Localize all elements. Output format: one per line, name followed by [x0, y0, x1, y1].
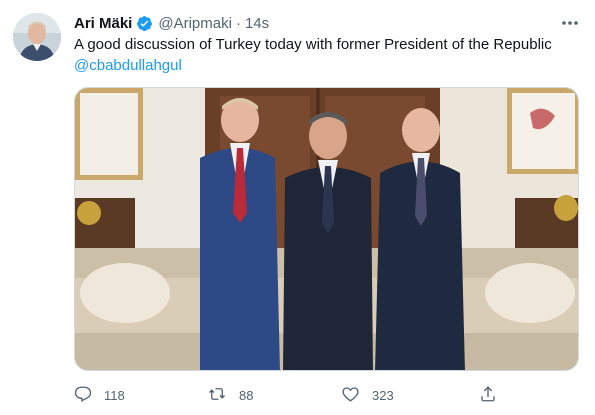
user-handle[interactable]: @Aripmaki [158, 15, 232, 32]
tweet-header: Ari Mäki @Aripmaki · 14s [74, 13, 269, 33]
tweet-actions: 118 88 323 [74, 384, 514, 406]
tweet-text-body: A good discussion of Turkey today with f… [74, 36, 552, 53]
retweet-count: 88 [239, 387, 254, 403]
reply-icon [74, 385, 92, 406]
retweet-icon [207, 385, 227, 406]
verified-badge-icon [136, 15, 153, 32]
avatar[interactable] [13, 13, 61, 61]
heart-icon [341, 385, 360, 406]
reply-count: 118 [104, 387, 125, 403]
reply-button[interactable]: 118 [74, 384, 125, 406]
timestamp[interactable]: 14s [245, 15, 269, 32]
like-count: 323 [372, 387, 394, 403]
more-icon[interactable] [559, 13, 581, 33]
display-name[interactable]: Ari Mäki [74, 15, 132, 32]
photo-image [75, 88, 578, 370]
tweet-photo[interactable] [74, 87, 579, 371]
separator-dot: · [235, 14, 241, 32]
share-button[interactable] [479, 384, 497, 406]
retweet-button[interactable]: 88 [207, 384, 253, 406]
avatar-image [13, 13, 61, 61]
mention-link[interactable]: @cbabdullahgul [74, 55, 579, 76]
share-icon [479, 385, 497, 406]
tweet: Ari Mäki @Aripmaki · 14s A good discussi… [0, 0, 595, 415]
like-button[interactable]: 323 [341, 384, 394, 406]
tweet-text: A good discussion of Turkey today with f… [74, 34, 579, 76]
